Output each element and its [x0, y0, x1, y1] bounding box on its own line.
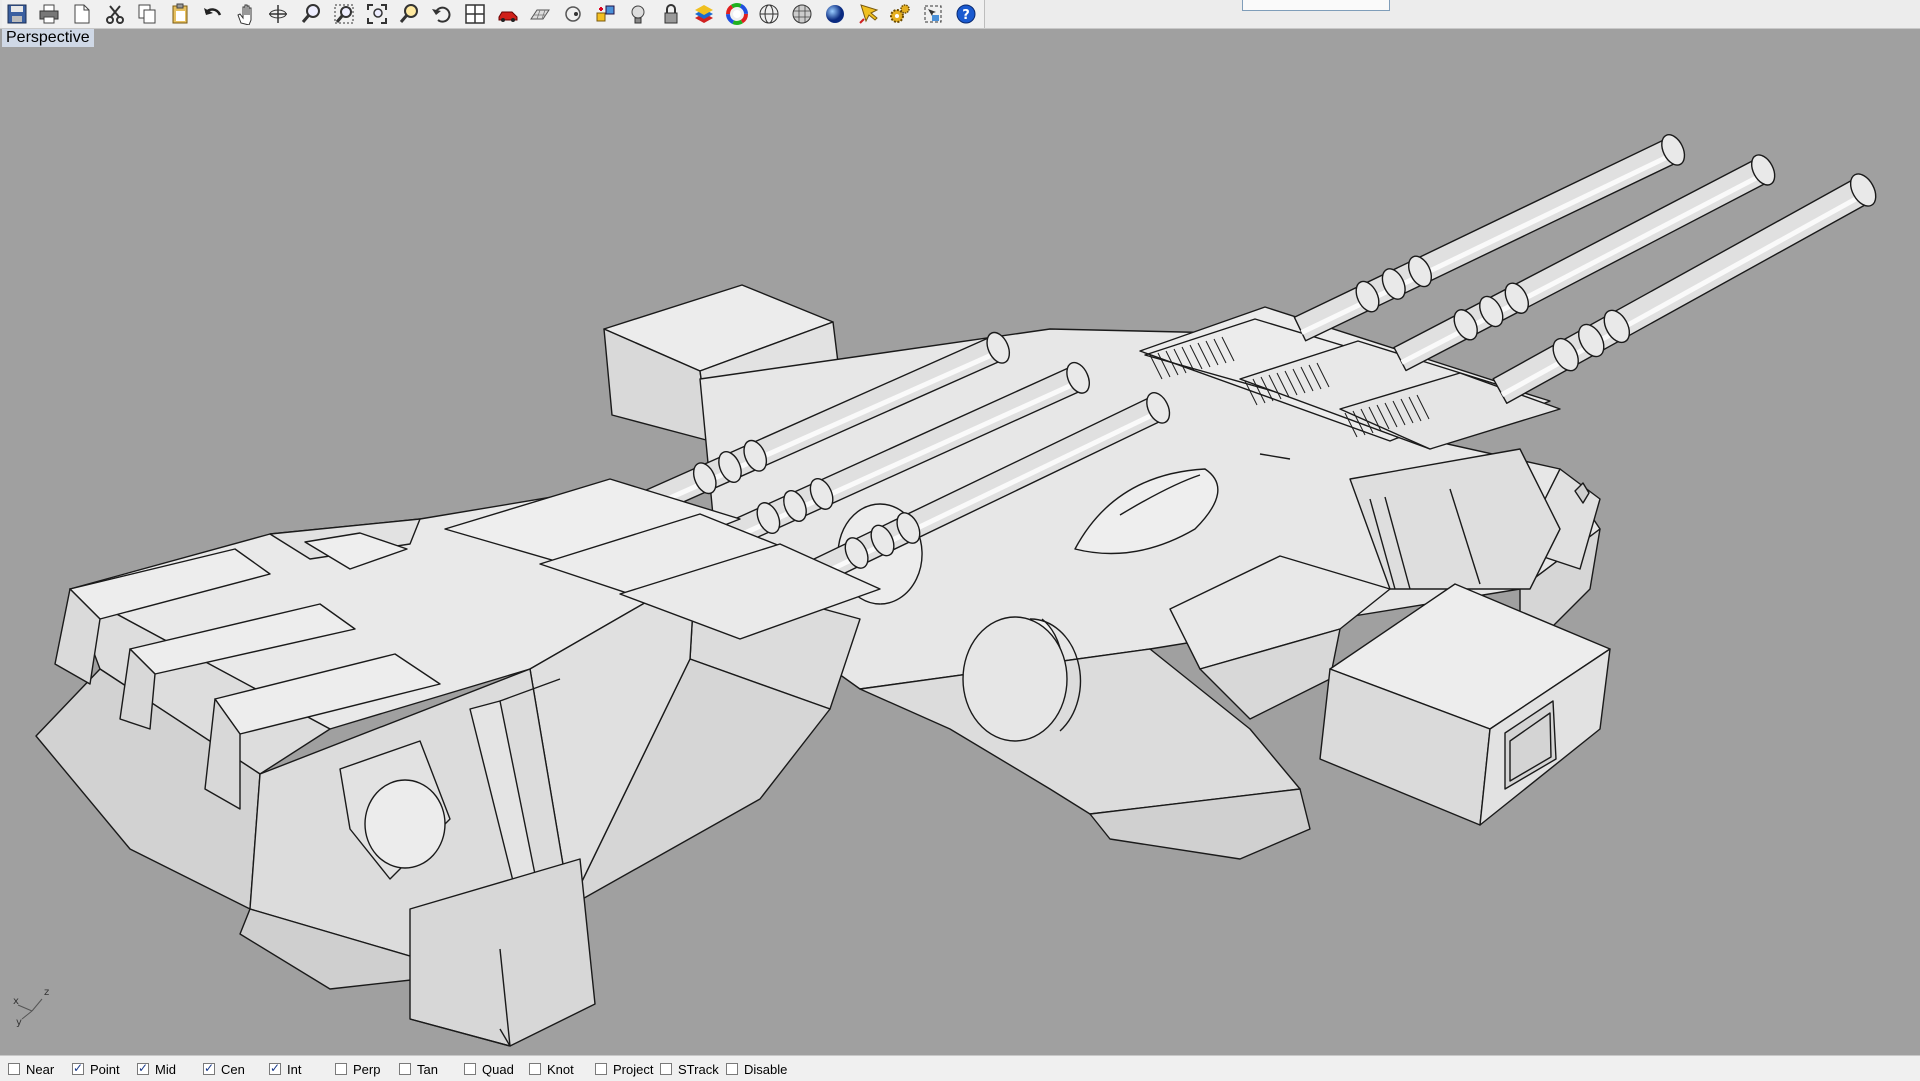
- osnap-label: Tan: [417, 1061, 438, 1077]
- save-icon[interactable]: [2, 1, 31, 27]
- osnap-cen[interactable]: Cen: [203, 1061, 245, 1077]
- osnap-project[interactable]: Project: [595, 1061, 653, 1077]
- four-viewports-icon[interactable]: [460, 1, 489, 27]
- osnap-label: Perp: [353, 1061, 381, 1077]
- viewport-title[interactable]: Perspective: [2, 29, 94, 47]
- osnap-label: Quad: [482, 1061, 514, 1077]
- copy-icon[interactable]: [133, 1, 162, 27]
- gear-cluster-icon[interactable]: [886, 1, 915, 27]
- command-input[interactable]: [1242, 0, 1390, 11]
- cut-icon[interactable]: [100, 1, 129, 27]
- selection-frame-icon[interactable]: [919, 1, 948, 27]
- osnap-checkbox[interactable]: [595, 1063, 607, 1075]
- osnap-bar: Near Point Mid Cen Int Perp Tan Quad Knot Project…: [0, 1055, 1920, 1081]
- osnap-tan[interactable]: Tan: [399, 1061, 438, 1077]
- osnap-near[interactable]: Near: [8, 1061, 54, 1077]
- osnap-perp[interactable]: Perp: [335, 1061, 380, 1077]
- osnap-label: Knot: [547, 1061, 574, 1077]
- osnap-label: Project: [613, 1061, 654, 1077]
- osnap-checkbox[interactable]: [464, 1063, 476, 1075]
- osnap-disable[interactable]: Disable: [726, 1061, 787, 1077]
- sphere-wire-icon[interactable]: [755, 1, 784, 27]
- osnap-quad[interactable]: Quad: [464, 1061, 514, 1077]
- undo-view-icon[interactable]: [428, 1, 457, 27]
- perspective-viewport[interactable]: Perspective z x y: [0, 29, 1920, 1054]
- svg-text:?: ?: [962, 8, 970, 23]
- undo-icon[interactable]: [198, 1, 227, 27]
- osnap-checkbox[interactable]: [72, 1061, 84, 1075]
- help-icon[interactable]: ?: [951, 1, 980, 27]
- light-bulb-icon[interactable]: [624, 1, 653, 27]
- osnap-point[interactable]: Point: [72, 1061, 120, 1077]
- axis-x-label: x: [13, 996, 19, 1007]
- osnap-label: Point: [90, 1061, 120, 1077]
- globe-mesh-icon[interactable]: [788, 1, 817, 27]
- axis-y-label: y: [16, 1017, 22, 1028]
- rotate-view-icon[interactable]: [264, 1, 293, 27]
- zoom-dynamic-icon[interactable]: [297, 1, 326, 27]
- osnap-checkbox[interactable]: [529, 1063, 541, 1075]
- zoom-extents-icon[interactable]: [362, 1, 391, 27]
- osnap-label: Mid: [155, 1061, 176, 1077]
- new-layout-icon[interactable]: [67, 1, 96, 27]
- zoom-window-icon[interactable]: [329, 1, 358, 27]
- world-axis-indicator: z x y: [13, 987, 49, 1028]
- osnap-checkbox[interactable]: [269, 1061, 281, 1075]
- render-sphere-icon[interactable]: [820, 1, 849, 27]
- osnap-label: Int: [287, 1061, 302, 1077]
- osnap-checkbox[interactable]: [399, 1063, 411, 1075]
- osnap-label: STrack: [678, 1061, 719, 1077]
- osnap-label: Disable: [744, 1061, 788, 1077]
- osnap-label: Near: [26, 1061, 55, 1077]
- paste-icon[interactable]: [166, 1, 195, 27]
- circle-point-icon[interactable]: [558, 1, 587, 27]
- grid-plane-icon[interactable]: [526, 1, 555, 27]
- osnap-checkbox[interactable]: [137, 1061, 149, 1075]
- osnap-strack[interactable]: STrack: [660, 1061, 719, 1077]
- lock-icon[interactable]: [657, 1, 686, 27]
- print-icon[interactable]: [35, 1, 64, 27]
- osnap-int[interactable]: Int: [269, 1061, 301, 1077]
- osnap-label: Cen: [221, 1061, 245, 1077]
- osnap-checkbox[interactable]: [8, 1063, 20, 1075]
- osnap-checkbox[interactable]: [203, 1061, 215, 1075]
- snap-grid-icon[interactable]: [591, 1, 620, 27]
- osnap-mid[interactable]: Mid: [137, 1061, 176, 1077]
- osnap-checkbox[interactable]: [726, 1063, 738, 1075]
- layer-stack-icon[interactable]: [689, 1, 718, 27]
- standard-toolbar: ?: [2, 0, 985, 28]
- zoom-selected-icon[interactable]: [395, 1, 424, 27]
- pan-hand-icon[interactable]: [231, 1, 260, 27]
- main-toolbar: ?: [0, 0, 1920, 29]
- turret-model: [35, 134, 1877, 1047]
- pointer-wand-icon[interactable]: [853, 1, 882, 27]
- color-wheel-icon[interactable]: [722, 1, 751, 27]
- osnap-checkbox[interactable]: [335, 1063, 347, 1075]
- car-icon[interactable]: [493, 1, 522, 27]
- axis-z-label: z: [44, 987, 49, 998]
- osnap-knot[interactable]: Knot: [529, 1061, 574, 1077]
- osnap-checkbox[interactable]: [660, 1063, 672, 1075]
